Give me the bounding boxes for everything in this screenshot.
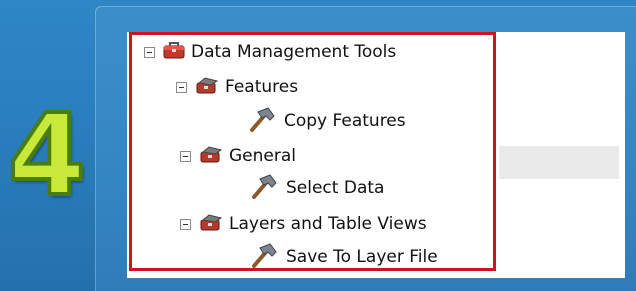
step-number: 4 [6, 91, 88, 221]
tree-row-shade [499, 146, 619, 179]
highlight-frame [129, 32, 496, 271]
